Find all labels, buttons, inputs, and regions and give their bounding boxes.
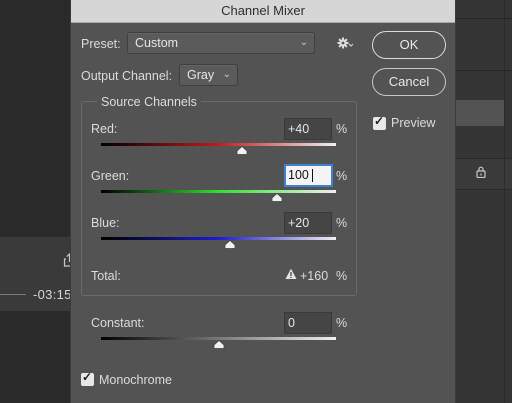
- chevron-down-icon: ⌄: [299, 37, 308, 48]
- constant-label: Constant:: [91, 316, 145, 330]
- background-highlight: [454, 100, 504, 126]
- output-channel-select[interactable]: Gray ⌄: [179, 64, 238, 86]
- lock-icon: [476, 166, 486, 181]
- total-value: +160: [300, 269, 329, 283]
- red-percent-label: %: [336, 122, 348, 136]
- blue-value: +20: [288, 216, 310, 230]
- text-caret: [312, 169, 313, 182]
- source-channels-title: Source Channels: [97, 95, 201, 109]
- checkmark-icon: ✓: [82, 370, 93, 384]
- blue-value-input[interactable]: +20: [284, 212, 332, 234]
- green-slider-track[interactable]: [101, 190, 336, 193]
- blue-channel-label: Blue:: [91, 216, 120, 230]
- preset-select[interactable]: Custom ⌄: [127, 32, 315, 54]
- red-value-input[interactable]: +40: [284, 118, 332, 140]
- constant-value: 0: [288, 316, 295, 330]
- output-channel-label: Output Channel:: [81, 69, 173, 83]
- monochrome-checkbox[interactable]: ✓: [81, 370, 94, 386]
- total-label: Total:: [91, 269, 121, 283]
- constant-value-input[interactable]: 0: [284, 312, 332, 334]
- monochrome-label: Monochrome: [99, 373, 172, 387]
- dialog-title: Channel Mixer: [221, 3, 305, 18]
- constant-percent-label: %: [336, 316, 348, 330]
- scrub-bar[interactable]: [0, 294, 26, 295]
- output-channel-value: Gray: [187, 68, 215, 82]
- warning-icon: [285, 267, 297, 279]
- green-value: 100: [288, 168, 309, 182]
- green-channel-label: Green:: [91, 169, 130, 183]
- panel-divider: [504, 0, 505, 403]
- background-panel-right: [454, 0, 512, 403]
- preview-checkbox[interactable]: ✓: [373, 114, 386, 130]
- time-remaining: -03:15: [33, 287, 72, 302]
- preset-label: Preset:: [81, 37, 121, 51]
- checkmark-icon: ✓: [374, 114, 385, 128]
- total-percent-label: %: [336, 269, 348, 283]
- red-slider-track[interactable]: [101, 143, 336, 146]
- dialog-titlebar[interactable]: Channel Mixer: [71, 0, 455, 23]
- blue-slider-track[interactable]: [101, 237, 336, 240]
- preset-value: Custom: [135, 36, 179, 50]
- blue-percent-label: %: [336, 216, 348, 230]
- green-value-input[interactable]: 100: [284, 164, 333, 187]
- preview-label: Preview: [391, 116, 436, 130]
- ok-button[interactable]: OK: [372, 31, 446, 59]
- green-percent-label: %: [336, 169, 348, 183]
- channel-mixer-dialog: Channel Mixer Preset: Custom ⌄ Output Ch…: [70, 0, 456, 403]
- red-value: +40: [288, 122, 310, 136]
- gear-icon[interactable]: [336, 36, 354, 50]
- red-channel-label: Red:: [91, 122, 118, 136]
- cancel-button[interactable]: Cancel: [372, 68, 446, 96]
- chevron-down-icon: ⌄: [222, 69, 231, 80]
